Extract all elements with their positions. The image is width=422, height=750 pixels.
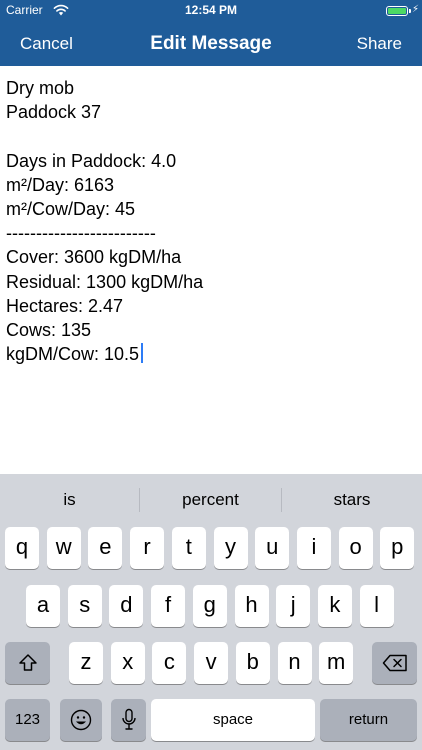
message-line: Hectares: 2.47 — [6, 295, 124, 316]
key-i[interactable]: i — [296, 527, 331, 569]
key-e[interactable]: e — [88, 527, 123, 569]
suggestion-1[interactable]: is — [0, 474, 139, 526]
return-key[interactable]: return — [320, 699, 417, 741]
key-h[interactable]: h — [234, 585, 269, 627]
key-u[interactable]: u — [255, 527, 290, 569]
delete-key[interactable] — [372, 642, 417, 684]
share-button[interactable]: Share — [357, 34, 402, 54]
numbers-key[interactable]: 123 — [5, 699, 50, 741]
suggestion-bar: is percent stars — [0, 474, 422, 526]
message-line: Residual: 1300 kgDM/ha — [6, 271, 204, 292]
keyboard: is percent stars qwertyuiop asdfghjkl zxcv… — [0, 474, 422, 750]
message-text[interactable]: Dry mob Paddock 37 Days in Paddock: 4.0 m²/… — [6, 76, 203, 366]
delete-icon — [382, 654, 407, 672]
microphone-icon — [121, 708, 136, 730]
text-caret — [141, 343, 144, 364]
cancel-button[interactable]: Cancel — [20, 34, 73, 54]
message-line: Cover: 3600 kgDM/ha — [6, 247, 182, 268]
message-line: ------------------------- — [6, 223, 156, 244]
message-line: Cows: 135 — [6, 319, 92, 340]
emoji-icon — [70, 709, 92, 731]
key-n[interactable]: n — [277, 642, 312, 684]
suggestion-2[interactable]: percent — [140, 474, 281, 526]
key-a[interactable]: a — [26, 585, 60, 627]
shift-icon — [18, 654, 37, 671]
key-t[interactable]: t — [171, 527, 206, 569]
key-j[interactable]: j — [276, 585, 311, 627]
message-line: m²/Day: 6163 — [6, 174, 115, 195]
key-s[interactable]: s — [67, 585, 102, 627]
message-line: m²/Cow/Day: 45 — [6, 198, 136, 219]
key-p[interactable]: p — [380, 527, 415, 569]
key-l[interactable]: l — [359, 585, 394, 627]
key-r[interactable]: r — [130, 527, 165, 569]
message-line: Paddock 37 — [6, 102, 102, 123]
shift-key[interactable] — [5, 642, 50, 684]
key-f[interactable]: f — [151, 585, 186, 627]
key-b[interactable]: b — [235, 642, 270, 684]
space-key[interactable]: space — [151, 699, 315, 741]
key-g[interactable]: g — [192, 585, 227, 627]
key-q[interactable]: q — [5, 527, 39, 569]
battery-tip — [409, 9, 411, 13]
dictation-key[interactable] — [111, 699, 146, 741]
message-line: Dry mob — [6, 78, 75, 98]
key-m[interactable]: m — [319, 642, 354, 684]
emoji-key[interactable] — [60, 699, 102, 741]
status-bar: Carrier 12:54 PM ⚡ — [0, 0, 422, 22]
key-o[interactable]: o — [338, 527, 373, 569]
message-editor[interactable]: Dry mob Paddock 37 Days in Paddock: 4.0 m²/… — [0, 66, 422, 474]
key-v[interactable]: v — [194, 642, 229, 684]
key-d[interactable]: d — [109, 585, 144, 627]
navigation-bar: Cancel Edit Message Share — [0, 22, 422, 66]
battery-icon — [386, 6, 408, 16]
key-w[interactable]: w — [46, 527, 81, 569]
charging-bolt-icon: ⚡ — [411, 4, 419, 15]
key-c[interactable]: c — [152, 642, 187, 684]
key-y[interactable]: y — [213, 527, 248, 569]
message-line: kgDM/Cow: 10.5 — [6, 342, 203, 366]
key-k[interactable]: k — [317, 585, 352, 627]
status-time: 12:54 PM — [184, 3, 238, 17]
suggestion-3[interactable]: stars — [282, 474, 422, 526]
message-line: Days in Paddock: 4.0 — [6, 150, 177, 171]
key-x[interactable]: x — [110, 642, 145, 684]
message-line — [6, 124, 203, 148]
key-z[interactable]: z — [69, 642, 103, 684]
